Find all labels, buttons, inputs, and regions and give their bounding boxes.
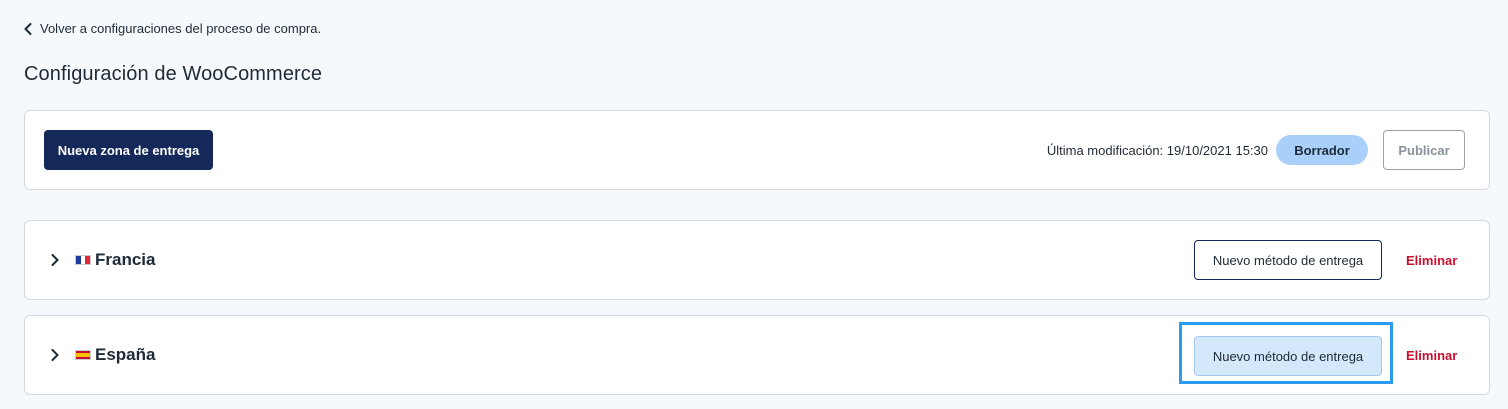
delete-zone-link[interactable]: Eliminar [1406,316,1457,394]
zone-card-francia: Francia Nuevo método de entrega Eliminar [24,220,1490,300]
zone-name: Francia [95,250,156,269]
page-title: Configuración de WooCommerce [24,63,323,85]
publish-button[interactable]: Publicar [1383,130,1465,170]
france-flag-icon [75,255,91,265]
chevron-right-icon [51,254,59,266]
zone-toggle[interactable]: Francia [51,221,155,299]
back-link-label: Volver a configuraciones del proceso de … [40,21,322,36]
status-area: Última modificación: 19/10/2021 15:30 Bo… [1047,130,1465,170]
chevron-right-icon [51,349,59,361]
last-modified-text: Última modificación: 19/10/2021 15:30 [1046,142,1268,158]
spain-flag-icon [75,350,91,360]
new-method-button[interactable]: Nuevo método de entrega [1194,240,1382,280]
status-badge: Borrador [1276,135,1368,165]
toolbar-card: Nueva zona de entrega Última modificació… [24,110,1490,190]
back-link[interactable]: Volver a configuraciones del proceso de … [24,21,321,36]
chevron-left-icon [24,22,32,35]
zone-toggle[interactable]: España [51,316,155,394]
delete-zone-link[interactable]: Eliminar [1406,221,1457,299]
new-zone-button[interactable]: Nueva zona de entrega [44,130,213,170]
new-method-button[interactable]: Nuevo método de entrega [1194,336,1382,376]
zone-name: España [95,345,156,364]
zone-card-espana: España Nuevo método de entrega Eliminar [24,315,1490,395]
